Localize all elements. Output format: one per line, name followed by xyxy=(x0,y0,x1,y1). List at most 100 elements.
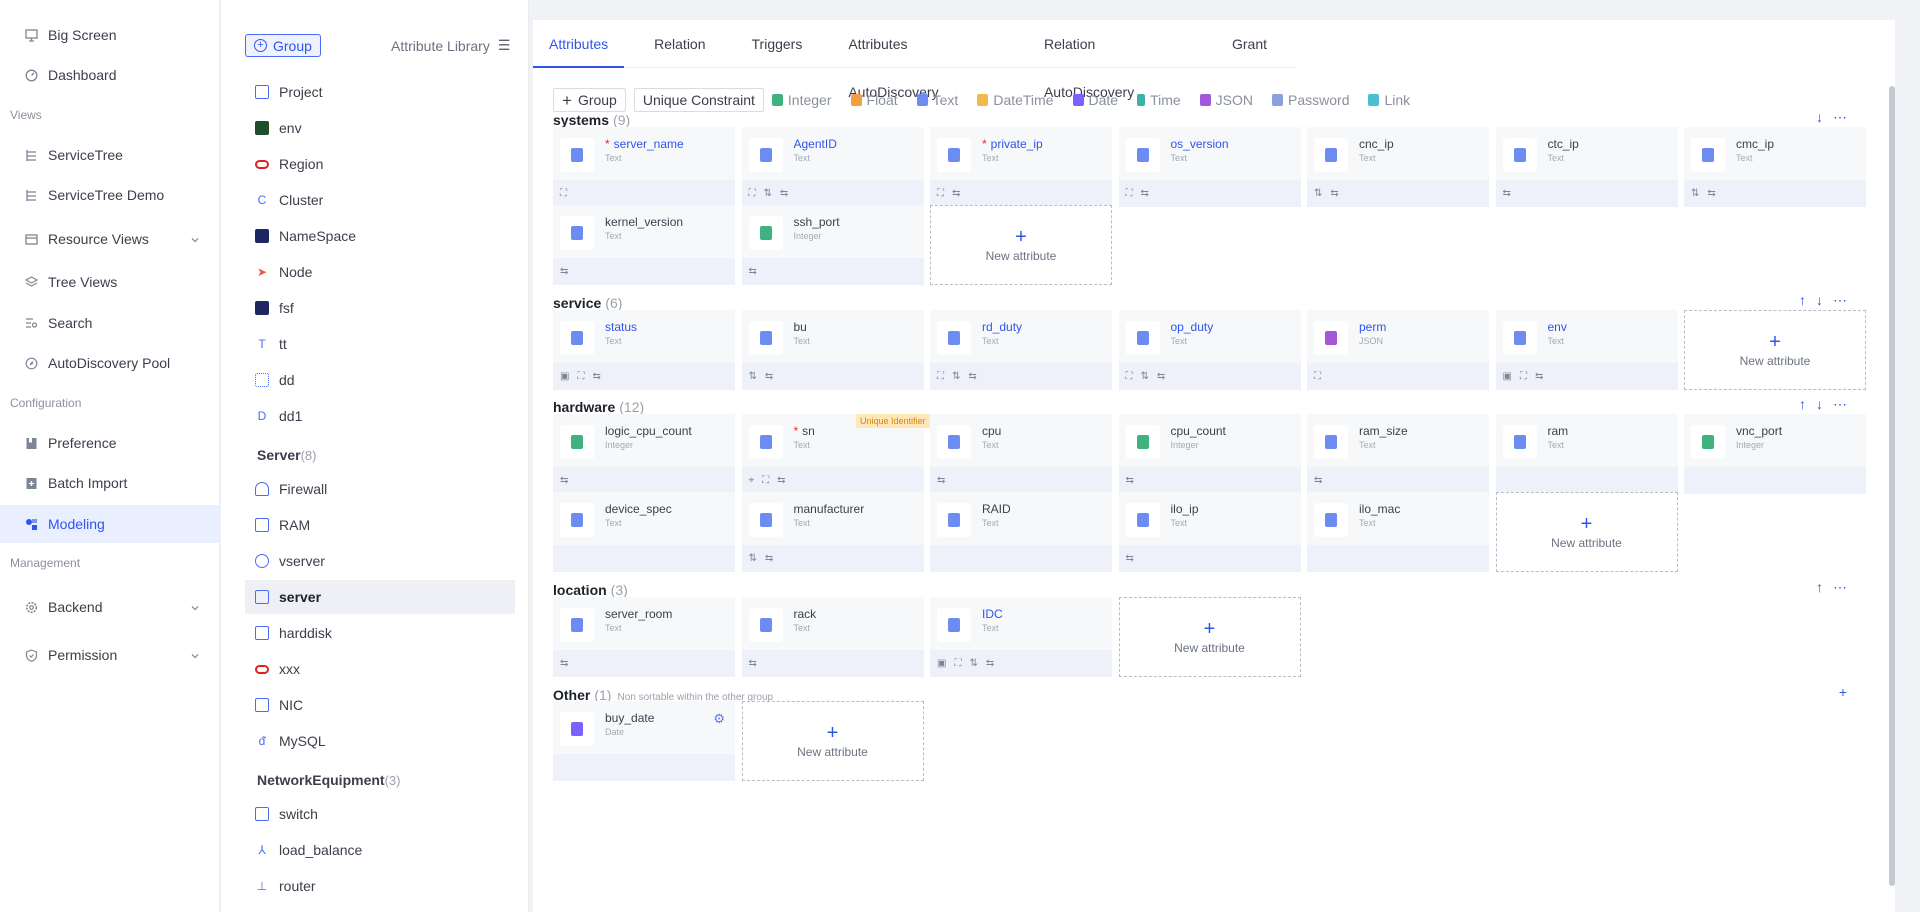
plus-icon[interactable]: + xyxy=(1839,684,1847,700)
attribute-card[interactable]: ilo_mac Text xyxy=(1307,492,1489,572)
more-icon[interactable]: ⋯ xyxy=(1833,109,1847,126)
attribute-name[interactable]: * sn xyxy=(794,424,815,438)
attribute-card[interactable]: perm JSON ⛶ xyxy=(1307,310,1489,390)
attribute-name[interactable]: * private_ip xyxy=(982,137,1043,151)
attribute-card[interactable]: os_version Text ⛶ ⇆ xyxy=(1118,127,1301,207)
attribute-library-button[interactable]: Attribute Library ☰ xyxy=(391,37,510,54)
swap-icon[interactable]: ⇆ xyxy=(1126,475,1134,486)
vertical-scrollbar[interactable] xyxy=(1889,86,1895,886)
scan-icon[interactable]: ⛶ xyxy=(1314,371,1321,382)
sort-icon[interactable]: ⇅ xyxy=(1141,371,1149,382)
swap-icon[interactable]: ⇆ xyxy=(560,266,568,277)
tab-attributes-autodiscovery[interactable]: Attributes AutoDiscovery xyxy=(832,20,1014,100)
ci-type-item[interactable]: C Cluster xyxy=(255,183,525,217)
scan-icon[interactable]: ⛶ xyxy=(937,188,944,199)
attribute-card[interactable]: kernel_version Text ⇆ xyxy=(553,205,735,285)
swap-icon[interactable]: ⇆ xyxy=(952,188,960,199)
type-text[interactable]: Text xyxy=(916,92,958,108)
more-icon[interactable]: ⋯ xyxy=(1833,292,1847,309)
swap-icon[interactable]: ⇆ xyxy=(1141,188,1149,199)
nav-item-resource-views[interactable]: Resource Views xyxy=(0,221,220,257)
swap-icon[interactable]: ⇆ xyxy=(1330,188,1338,199)
nav-item-dashboard[interactable]: Dashboard xyxy=(0,57,220,93)
move-up-icon[interactable]: ↑ xyxy=(1816,579,1823,596)
move-down-icon[interactable]: ↓ xyxy=(1816,109,1823,126)
ci-type-item[interactable]: xxx xyxy=(255,652,525,686)
attribute-card[interactable]: cpu Text ⇆ xyxy=(930,414,1112,494)
attribute-card[interactable]: * private_ip Text ⛶ ⇆ xyxy=(930,127,1112,207)
attribute-card[interactable]: server_room Text ⇆ xyxy=(553,597,735,677)
type-date[interactable]: Date xyxy=(1072,92,1118,108)
tab-triggers[interactable]: Triggers xyxy=(736,20,819,68)
ci-type-item[interactable]: NameSpace xyxy=(255,219,525,253)
attribute-name[interactable]: rack xyxy=(794,607,817,621)
swap-icon[interactable]: ⇆ xyxy=(749,658,757,669)
attribute-name[interactable]: device_spec xyxy=(605,502,672,516)
attribute-card[interactable]: ssh_port Integer ⇆ xyxy=(741,205,924,285)
box-icon[interactable]: ▣ xyxy=(937,658,946,669)
unique-constraint-button[interactable]: Unique Constraint xyxy=(633,88,764,112)
attribute-card[interactable]: cpu_count Integer ⇆ xyxy=(1118,414,1301,494)
attribute-name[interactable]: env xyxy=(1548,320,1567,334)
swap-icon[interactable]: ⇆ xyxy=(1314,475,1322,486)
scan-icon[interactable]: ⛶ xyxy=(577,371,584,382)
swap-icon[interactable]: ⇆ xyxy=(777,475,785,486)
move-up-icon[interactable]: ↑ xyxy=(1799,292,1806,309)
attribute-name[interactable]: perm xyxy=(1359,320,1386,334)
sort-icon[interactable]: ⇅ xyxy=(1314,188,1322,199)
attribute-name[interactable]: * server_name xyxy=(605,137,684,151)
swap-icon[interactable]: ⇆ xyxy=(1535,371,1543,382)
ci-type-item[interactable]: Ddd1 xyxy=(255,399,525,433)
ci-type-item[interactable]: fsf xyxy=(255,291,525,325)
new-attribute-button[interactable]: + New attribute xyxy=(1495,492,1678,572)
attribute-card[interactable]: manufacturer Text ⇅ ⇆ xyxy=(741,492,924,572)
new-attribute-button[interactable]: + New attribute xyxy=(741,701,924,781)
attribute-card[interactable]: * sn Text Unique Identifier ⌖ ⛶ ⇆ xyxy=(741,414,930,494)
attribute-card[interactable]: device_spec Text xyxy=(553,492,735,572)
box-icon[interactable]: ▣ xyxy=(560,371,569,382)
attribute-card[interactable]: rack Text ⇆ xyxy=(741,597,924,677)
tab-attributes[interactable]: Attributes xyxy=(533,20,625,68)
ci-type-item[interactable]: switch xyxy=(255,797,525,831)
pin-icon[interactable]: ⌖ xyxy=(749,475,755,486)
scan-icon[interactable]: ⛶ xyxy=(1126,188,1133,199)
sort-icon[interactable]: ⇅ xyxy=(764,188,772,199)
scan-icon[interactable]: ⛶ xyxy=(937,371,944,382)
ci-type-item[interactable]: Project xyxy=(255,75,525,109)
gear-icon[interactable]: ⚙ xyxy=(713,711,725,727)
ci-group-server[interactable]: Server(8) xyxy=(257,447,316,463)
ci-type-item[interactable]: Region xyxy=(255,147,525,181)
ci-type-item[interactable]: Firewall xyxy=(255,472,525,506)
attribute-name[interactable]: AgentID xyxy=(794,137,837,151)
new-attribute-button[interactable]: + New attribute xyxy=(1118,597,1301,677)
attribute-name[interactable]: buy_date xyxy=(605,711,654,725)
nav-item-servicetree[interactable]: ServiceTree xyxy=(0,137,220,173)
attribute-card[interactable]: op_duty Text ⛶ ⇅ ⇆ xyxy=(1118,310,1301,390)
attribute-card[interactable]: ctc_ip Text ⇆ xyxy=(1495,127,1678,207)
nav-item-big-screen[interactable]: Big Screen xyxy=(0,17,220,53)
attribute-card[interactable]: buy_date Date ⚙ xyxy=(553,701,735,781)
attribute-name[interactable]: rd_duty xyxy=(982,320,1022,334)
type-datetime[interactable]: DateTime xyxy=(977,92,1054,108)
scan-icon[interactable]: ⛶ xyxy=(762,475,769,486)
swap-icon[interactable]: ⇆ xyxy=(560,475,568,486)
ci-type-item[interactable]: NIC xyxy=(255,688,525,722)
attribute-card[interactable]: cmc_ip Text ⇅ ⇆ xyxy=(1684,127,1866,207)
scan-icon[interactable]: ⛶ xyxy=(749,188,756,199)
attribute-name[interactable]: cnc_ip xyxy=(1359,137,1394,151)
nav-item-preference[interactable]: Preference xyxy=(0,425,220,461)
nav-item-permission[interactable]: Permission xyxy=(0,637,220,673)
ci-type-item[interactable]: RAM xyxy=(255,508,525,542)
swap-icon[interactable]: ⇆ xyxy=(1126,553,1134,564)
swap-icon[interactable]: ⇆ xyxy=(937,475,945,486)
sort-icon[interactable]: ⇅ xyxy=(749,371,757,382)
move-down-icon[interactable]: ↓ xyxy=(1816,292,1823,309)
attribute-card[interactable]: rd_duty Text ⛶ ⇅ ⇆ xyxy=(930,310,1112,390)
swap-icon[interactable]: ⇆ xyxy=(1157,371,1165,382)
sort-icon[interactable]: ⇅ xyxy=(969,658,977,669)
nav-item-servicetree-demo[interactable]: ServiceTree Demo xyxy=(0,177,220,213)
type-time[interactable]: Time xyxy=(1137,92,1181,108)
swap-icon[interactable]: ⇆ xyxy=(1503,188,1511,199)
ci-type-item[interactable]: dd xyxy=(255,363,525,397)
nav-item-backend[interactable]: Backend xyxy=(0,589,220,625)
